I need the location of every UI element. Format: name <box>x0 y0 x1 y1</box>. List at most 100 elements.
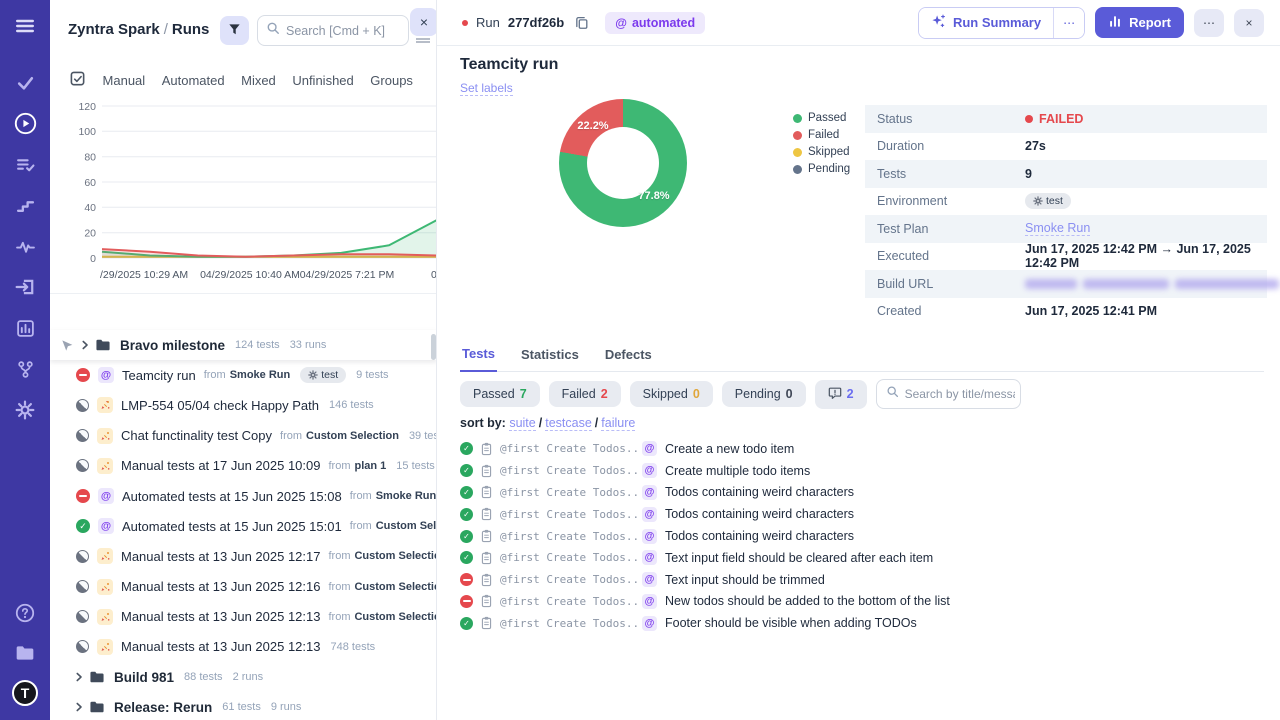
collapse-icon[interactable] <box>416 38 430 43</box>
app-logo[interactable]: T <box>12 680 38 706</box>
test-row[interactable]: @first Create Todos... Todos containing … <box>460 525 1270 547</box>
run-row[interactable]: Manual tests at 13 Jun 2025 12:17 from C… <box>50 541 436 571</box>
svg-text:/29/2025 10:29 AM: /29/2025 10:29 AM <box>100 269 188 281</box>
test-row[interactable]: @first Create Todos... New todos should … <box>460 591 1270 613</box>
scrollbar-thumb[interactable] <box>431 334 436 360</box>
breadcrumb-project[interactable]: Zyntra Spark <box>68 21 160 38</box>
test-row[interactable]: @first Create Todos... Create multiple t… <box>460 460 1270 482</box>
sort-by-suite[interactable]: suite <box>509 416 536 431</box>
bar-chart-icon[interactable] <box>12 315 38 341</box>
filter-failed-chip[interactable]: Failed 2 <box>548 381 621 407</box>
group-row[interactable]: Build 981 88 tests 2 runs <box>50 662 436 692</box>
test-row[interactable]: @first Create Todos... Todos containing … <box>460 482 1270 504</box>
select-all-icon[interactable] <box>70 71 86 90</box>
tab-statistics[interactable]: Statistics <box>519 346 581 371</box>
pin-icon <box>60 339 74 352</box>
passed-status-icon <box>460 442 473 456</box>
run-source: Custom Selection <box>375 520 437 533</box>
failed-status-icon <box>76 489 90 504</box>
run-title: Manual tests at 13 Jun 2025 12:17 <box>121 548 321 564</box>
sort-by-failure[interactable]: failure <box>601 416 636 431</box>
test-row[interactable]: @first Create Todos... Create a new todo… <box>460 438 1270 460</box>
run-tests-count: 146 tests <box>329 399 374 412</box>
group-row[interactable]: Release: Rerun 61 tests 9 runs <box>50 692 436 720</box>
steps-icon[interactable] <box>12 192 38 218</box>
test-title: New todos should be added to the bottom … <box>665 594 950 609</box>
filter-button[interactable] <box>220 16 249 45</box>
close-detail-button[interactable]: × <box>1234 8 1264 37</box>
sort-by-testcase[interactable]: testcase <box>545 416 592 431</box>
filter-passed-chip[interactable]: Passed 7 <box>460 381 540 407</box>
gear-icon[interactable] <box>12 397 38 423</box>
report-button[interactable]: Report <box>1095 7 1184 38</box>
play-circle-icon[interactable] <box>12 110 38 136</box>
failed-dot-icon <box>462 19 468 26</box>
svg-text:20: 20 <box>84 228 96 240</box>
test-row[interactable]: @first Create Todos... Todos containing … <box>460 503 1270 525</box>
run-summary-more-button[interactable]: ⋯ <box>1053 7 1085 38</box>
chevron-right-icon[interactable] <box>72 670 87 685</box>
tab-unfinished[interactable]: Unfinished <box>292 73 353 88</box>
run-row[interactable]: Manual tests at 17 Jun 2025 10:09 from p… <box>50 451 436 481</box>
tab-defects[interactable]: Defects <box>603 346 654 371</box>
passed-status-icon <box>76 519 90 534</box>
filter-pending-chip[interactable]: Pending 0 <box>721 381 806 407</box>
run-row[interactable]: Manual tests at 13 Jun 2025 12:13 748 te… <box>50 632 436 662</box>
tab-mixed[interactable]: Mixed <box>241 73 276 88</box>
panel-close-button[interactable]: × <box>410 8 436 36</box>
svg-text:80: 80 <box>84 152 96 164</box>
runs-search[interactable] <box>257 15 409 46</box>
run-row[interactable]: Chat functinality test Copy from Custom … <box>50 421 436 451</box>
test-results-list: @first Create Todos... Create a new todo… <box>460 438 1270 634</box>
list-check-icon[interactable] <box>12 151 38 177</box>
set-labels-link[interactable]: Set labels <box>460 81 513 96</box>
help-icon[interactable] <box>12 600 38 626</box>
test-plan-link[interactable]: Smoke Run <box>1025 221 1091 237</box>
run-row[interactable]: Manual tests at 13 Jun 2025 12:16 from C… <box>50 572 436 602</box>
donut-legend: Passed Failed Skipped Pending <box>793 112 850 175</box>
test-row[interactable]: @first Create Todos... Text input should… <box>460 569 1270 591</box>
test-suite: @first Create Todos... <box>500 529 638 543</box>
run-row[interactable]: Automated tests at 15 Jun 2025 15:08 fro… <box>50 481 436 511</box>
run-row[interactable]: LMP-554 05/04 check Happy Path 146 tests <box>50 390 436 420</box>
tab-manual[interactable]: Manual <box>103 73 146 88</box>
check-icon[interactable] <box>12 69 38 95</box>
comment-bubble-icon <box>828 386 842 403</box>
import-icon[interactable] <box>12 274 38 300</box>
run-row[interactable]: Automated tests at 15 Jun 2025 15:01 fro… <box>50 511 437 541</box>
test-row[interactable]: @first Create Todos... Footer should be … <box>460 612 1270 634</box>
search-input[interactable] <box>286 23 396 38</box>
automated-badge[interactable]: @ automated <box>605 11 706 34</box>
test-title: Footer should be visible when adding TOD… <box>665 616 917 631</box>
automated-badge-label: automated <box>631 15 696 30</box>
failed-status-icon <box>460 594 473 608</box>
donut-passed-label: 77.8% <box>638 190 670 202</box>
automated-icon <box>642 506 657 522</box>
run-row[interactable]: Manual tests at 13 Jun 2025 12:13 from C… <box>50 602 436 632</box>
tab-tests[interactable]: Tests <box>460 346 497 372</box>
copy-icon[interactable] <box>572 13 591 32</box>
tab-groups[interactable]: Groups <box>370 73 413 88</box>
run-row[interactable]: Teamcity run from Smoke Run test 9 tests <box>50 360 436 390</box>
chevron-right-icon[interactable] <box>78 338 93 353</box>
group-title: Build 981 <box>114 669 175 685</box>
test-row[interactable]: @first Create Todos... Text input field … <box>460 547 1270 569</box>
menu-icon[interactable] <box>12 13 38 39</box>
search-icon <box>266 21 280 40</box>
filter-skipped-chip[interactable]: Skipped 0 <box>629 381 713 407</box>
activity-icon[interactable] <box>12 233 38 259</box>
run-summary-button[interactable]: Run Summary <box>918 7 1054 38</box>
svg-text:0: 0 <box>90 253 96 265</box>
tab-automated[interactable]: Automated <box>162 73 225 88</box>
runs-trend-chart: 120 100 80 60 40 20 0 /29/2025 10:29 AM … <box>50 96 436 294</box>
test-search[interactable] <box>875 379 1021 409</box>
chevron-right-icon[interactable] <box>72 700 87 715</box>
run-title: Manual tests at 13 Jun 2025 12:16 <box>121 579 321 595</box>
more-actions-button[interactable]: ⋯ <box>1194 8 1224 37</box>
folder-icon[interactable] <box>12 640 38 666</box>
test-suite: @first Create Todos... <box>500 616 638 630</box>
test-search-input[interactable] <box>904 387 1015 401</box>
branch-icon[interactable] <box>12 356 38 382</box>
group-row[interactable]: Bravo milestone 124 tests 33 runs <box>50 330 436 361</box>
comments-filter-chip[interactable]: 2 <box>814 379 867 409</box>
